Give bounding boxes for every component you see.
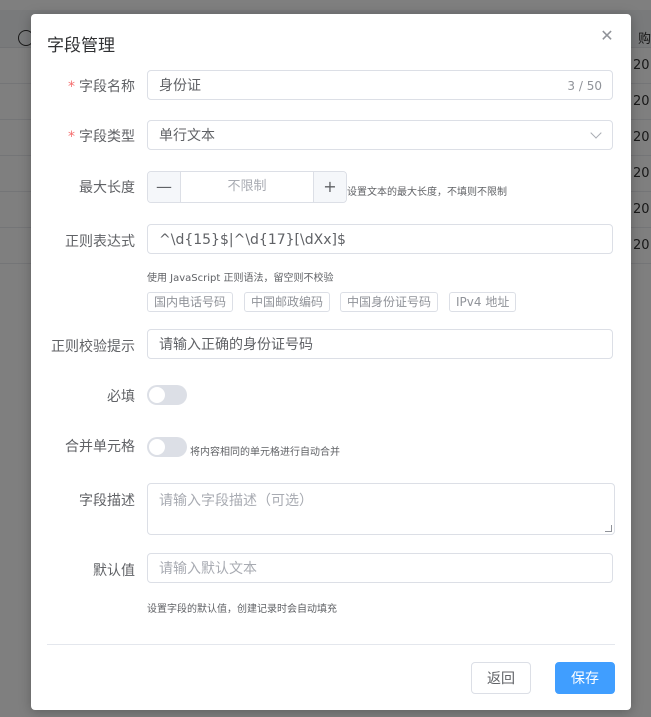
merge-cells-label: 合并单元格	[65, 439, 135, 455]
required-mark: *	[68, 129, 75, 145]
required-label: 必填	[107, 389, 135, 405]
required-mark: *	[68, 79, 75, 95]
max-length-input[interactable]: 不限制	[181, 172, 313, 202]
char-counter: 3 / 50	[567, 79, 602, 93]
regex-message-input[interactable]: 请输入正确的身份证号码	[147, 329, 613, 359]
description-textarea[interactable]: 请输入字段描述（可选）	[147, 483, 615, 535]
field-type-select[interactable]: 单行文本	[147, 120, 613, 150]
regex-preset-tag[interactable]: 中国身份证号码	[340, 292, 439, 312]
chevron-down-icon	[590, 127, 602, 139]
close-icon[interactable]: ✕	[597, 26, 617, 46]
default-value-label: 默认值	[93, 563, 135, 579]
max-length-label: 最大长度	[79, 180, 135, 196]
decrement-button[interactable]: —	[148, 172, 181, 202]
resize-handle-icon[interactable]	[605, 525, 612, 532]
regex-preset-tag[interactable]: IPv4 地址	[449, 292, 517, 312]
regex-message-label: 正则校验提示	[51, 339, 135, 355]
max-length-hint: 设置文本的最大长度，不填则不限制	[347, 187, 507, 198]
regex-preset-tag[interactable]: 中国邮政编码	[244, 292, 331, 312]
default-value-hint: 设置字段的默认值，创建记录时会自动填充	[147, 604, 337, 615]
field-type-label: * 字段类型	[68, 129, 135, 145]
field-name-label: * 字段名称	[68, 79, 135, 95]
field-manage-dialog: 字段管理 ✕ * 字段名称 身份证 3 / 50 * 字段类型 单行文本 最大长度 …	[31, 14, 631, 710]
regex-hint: 使用 JavaScript 正则语法，留空则不校验	[147, 273, 334, 284]
regex-value: ^\d{15}$|^\d{17}[\dXx]$	[159, 232, 346, 248]
regex-preset-tag[interactable]: 国内电话号码	[147, 292, 234, 312]
dialog-title: 字段管理	[47, 36, 115, 56]
save-button[interactable]: 保存	[555, 662, 615, 694]
field-name-value: 身份证	[159, 78, 201, 94]
max-length-stepper: — 不限制 +	[147, 171, 347, 203]
default-value-placeholder: 请输入默认文本	[159, 561, 257, 577]
regex-label: 正则表达式	[65, 234, 135, 250]
merge-cells-switch[interactable]	[147, 437, 187, 457]
merge-cells-hint: 将内容相同的单元格进行自动合并	[190, 447, 340, 458]
default-value-input[interactable]: 请输入默认文本	[147, 553, 613, 583]
switch-knob	[149, 439, 165, 455]
switch-knob	[149, 387, 165, 403]
field-name-input[interactable]: 身份证 3 / 50	[147, 70, 613, 100]
increment-button[interactable]: +	[313, 172, 346, 202]
field-type-value: 单行文本	[159, 128, 215, 144]
required-switch[interactable]	[147, 385, 187, 405]
regex-message-value: 请输入正确的身份证号码	[159, 337, 313, 353]
description-placeholder: 请输入字段描述（可选）	[159, 493, 313, 509]
footer-divider	[47, 644, 615, 645]
description-label: 字段描述	[79, 493, 135, 509]
back-button[interactable]: 返回	[471, 662, 531, 694]
regex-input[interactable]: ^\d{15}$|^\d{17}[\dXx]$	[147, 224, 613, 254]
